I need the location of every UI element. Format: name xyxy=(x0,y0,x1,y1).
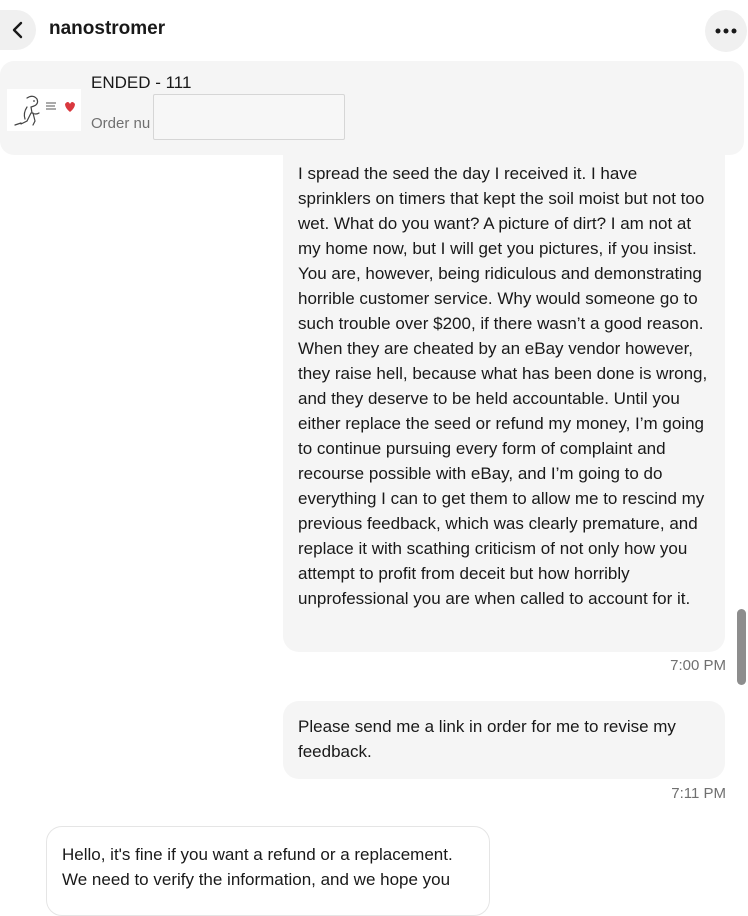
conversation-title: nanostromer xyxy=(49,18,166,39)
dino-heart-thumbnail xyxy=(14,95,75,126)
item-title: ENDED - 111 xyxy=(91,73,192,92)
more-horizontal-icon xyxy=(715,28,737,34)
message-bubble-sent: Please send me a link in order for me to… xyxy=(283,701,725,779)
back-button[interactable] xyxy=(0,10,36,50)
message-timestamp: 7:11 PM xyxy=(671,785,726,802)
order-number-label: Order nu xyxy=(91,115,151,132)
top-bar: nanostromer xyxy=(0,0,748,60)
scrollbar-track[interactable] xyxy=(737,60,748,898)
scrollbar-thumb[interactable] xyxy=(737,609,746,685)
message-bubble-received: Hello, it's fine if you want a refund or… xyxy=(46,826,490,916)
item-thumbnail[interactable] xyxy=(7,89,81,131)
order-number-redaction xyxy=(153,94,345,140)
chevron-left-icon xyxy=(12,21,23,39)
more-options-button[interactable] xyxy=(705,10,747,52)
message-timestamp: 7:00 PM xyxy=(670,657,726,674)
message-bubble-sent: I spread the seed the day I received it.… xyxy=(283,140,725,652)
